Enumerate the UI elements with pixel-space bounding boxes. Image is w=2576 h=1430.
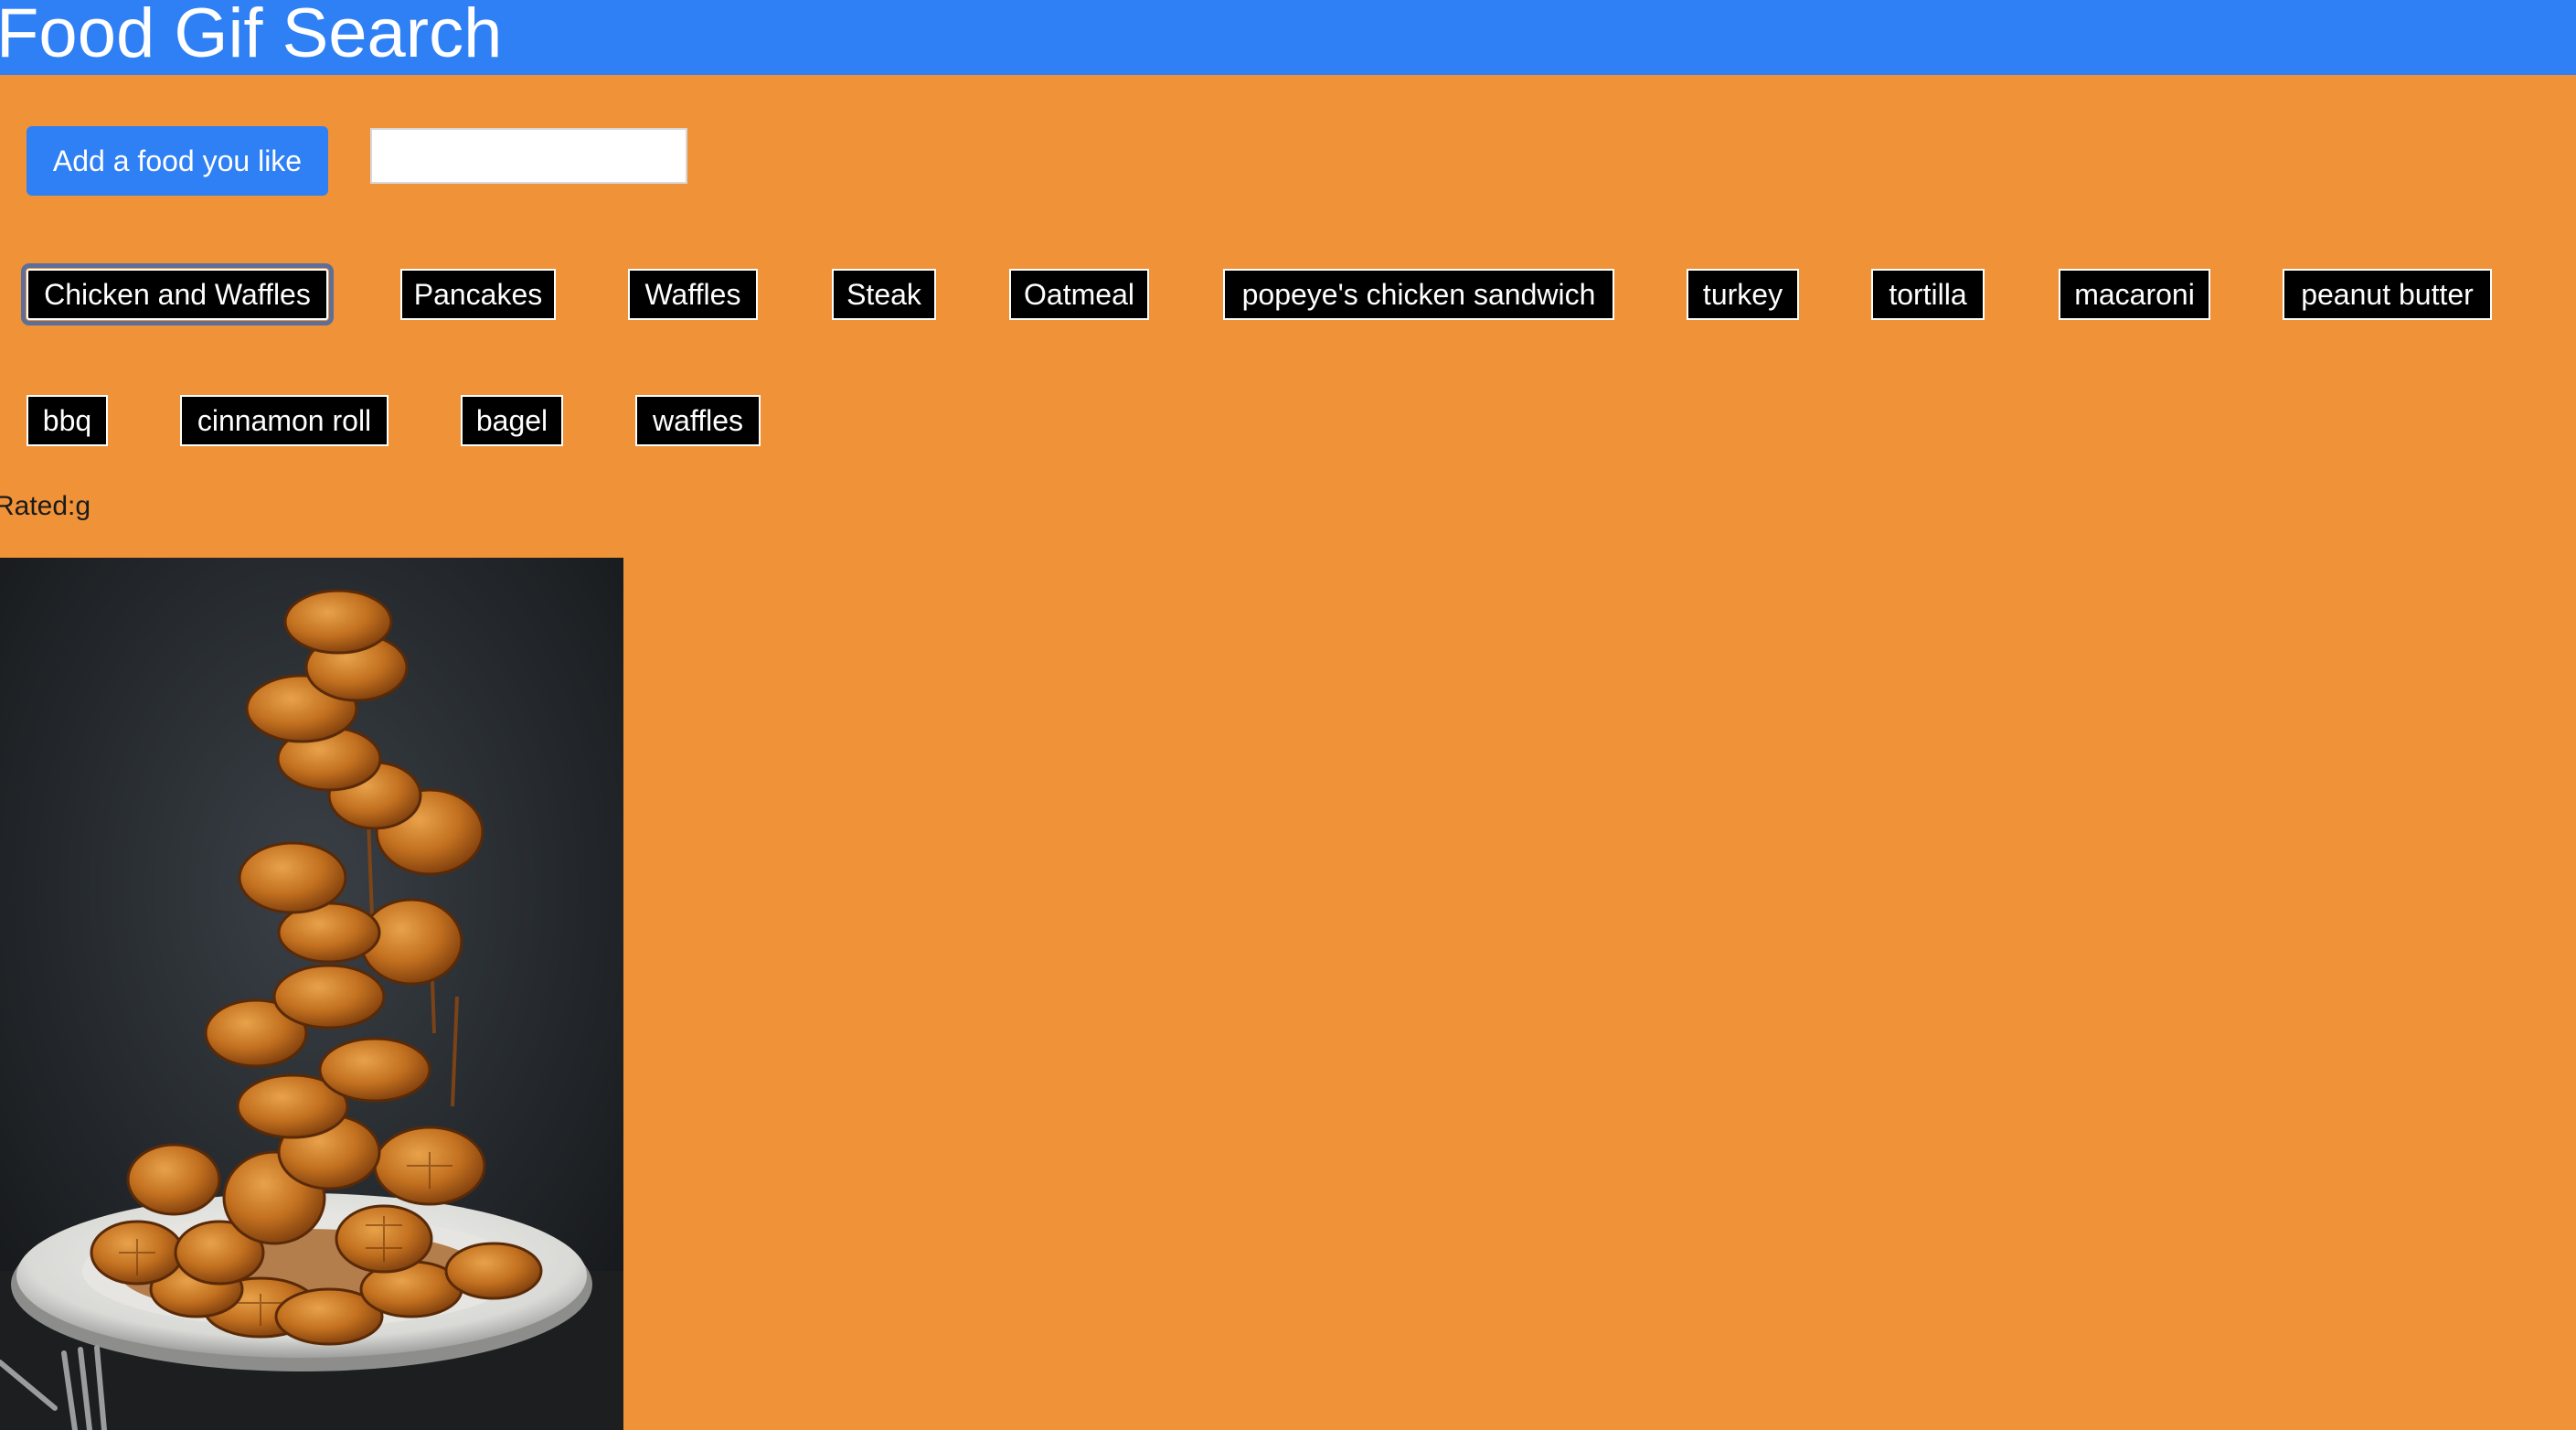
gif-rating: Rated:g xyxy=(0,491,91,521)
food-button-oatmeal[interactable]: Oatmeal xyxy=(1009,269,1149,320)
food-button-peanut-butter[interactable]: peanut butter xyxy=(2283,269,2492,320)
food-button-popeyes-chicken-sandwich[interactable]: popeye's chicken sandwich xyxy=(1223,269,1614,320)
food-button-tortilla[interactable]: tortilla xyxy=(1871,269,1985,320)
food-button-steak[interactable]: Steak xyxy=(832,269,936,320)
page-header: Food Gif Search xyxy=(0,0,2576,75)
food-input[interactable] xyxy=(370,128,687,184)
food-button-turkey[interactable]: turkey xyxy=(1687,269,1799,320)
food-button-bbq[interactable]: bbq xyxy=(27,395,108,446)
food-button-waffles-2[interactable]: waffles xyxy=(635,395,761,446)
food-button-cinnamon-roll[interactable]: cinnamon roll xyxy=(180,395,389,446)
food-button-waffles[interactable]: Waffles xyxy=(628,269,758,320)
food-button-macaroni[interactable]: macaroni xyxy=(2059,269,2210,320)
food-gif-image[interactable] xyxy=(0,558,623,1430)
food-button-pancakes[interactable]: Pancakes xyxy=(400,269,556,320)
food-button-bagel[interactable]: bagel xyxy=(461,395,563,446)
page-title: Food Gif Search xyxy=(0,0,503,72)
add-food-button[interactable]: Add a food you like xyxy=(27,126,328,196)
food-button-chicken-and-waffles[interactable]: Chicken and Waffles xyxy=(21,263,334,325)
